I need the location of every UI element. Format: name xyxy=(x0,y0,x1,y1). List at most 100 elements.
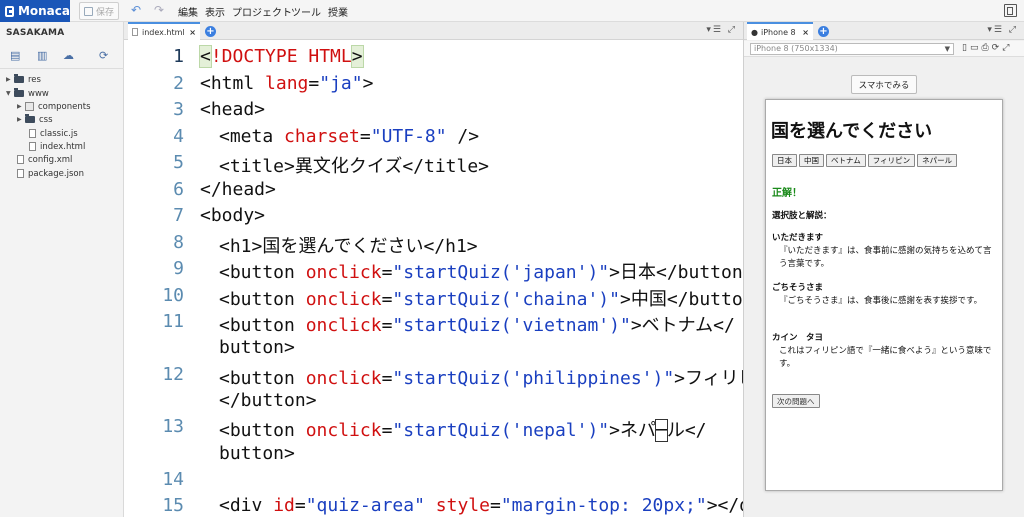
line-number: 5 xyxy=(173,152,184,173)
choice-desc: 『ごちそうさま』は、食事後に感謝を表す挨拶です。 xyxy=(779,296,983,306)
save-label: 保存 xyxy=(95,7,114,18)
tree-item-classic-js[interactable]: classic.js xyxy=(29,127,78,140)
tree-label: res xyxy=(28,74,41,85)
tree-label: components xyxy=(38,101,91,112)
tree-item-res[interactable]: ▶ res xyxy=(6,73,41,86)
country-button-philippines[interactable]: フィリピン xyxy=(867,154,916,167)
country-button-vietnam[interactable]: ベトナム xyxy=(826,154,866,167)
line-number: 12 xyxy=(162,364,184,385)
menu-edit[interactable]: 編集 xyxy=(178,4,198,19)
code-line-7: <body> xyxy=(200,205,266,226)
tree-item-www[interactable]: ▼ www xyxy=(6,87,49,100)
device-value: iPhone 8 (750x1334) xyxy=(754,44,838,53)
code-line-10: <button onclick="startQuiz('chaina')">中国… xyxy=(219,289,743,310)
choice-term: いただきます xyxy=(772,233,824,243)
tree-item-css[interactable]: ▶ css xyxy=(17,113,53,126)
code-line-15: <div id="quiz-area" style="margin-top: 2… xyxy=(219,495,743,516)
menu-class[interactable]: 授業 xyxy=(328,4,348,19)
upload-cloud-icon[interactable]: ☁ xyxy=(63,49,74,62)
code-line-4: <meta charset="UTF-8" /> xyxy=(219,126,480,147)
code-line-1: <!DOCTYPE HTML> xyxy=(199,45,364,68)
next-question-button[interactable]: 次の問題へ xyxy=(772,394,820,408)
new-file-icon[interactable]: ▤ xyxy=(10,49,20,62)
sidebar-toolbar: ▤ ▥ ☁ ⟳ xyxy=(0,46,124,66)
folder-icon xyxy=(14,74,24,83)
preview-pane: ● iPhone 8 × + ▾☰ ⤢ iPhone 8 (750x1334) … xyxy=(744,22,1024,517)
line-number: 14 xyxy=(162,469,184,490)
country-button-china[interactable]: 中国 xyxy=(799,154,824,167)
code-editor[interactable]: 1 2 3 4 5 6 7 8 9 10 11 12 13 14 15 <!DO… xyxy=(124,41,743,517)
editor-menu-icon[interactable]: ▾☰ ⤢ xyxy=(706,25,737,35)
file-icon xyxy=(17,169,24,178)
code-line-12-wrap: </button> xyxy=(219,390,317,411)
line-number: 15 xyxy=(162,495,184,516)
country-button-nepal[interactable]: ネパール xyxy=(917,154,958,167)
layout-toggle-icon[interactable] xyxy=(1004,4,1017,17)
close-tab-icon[interactable]: × xyxy=(189,28,196,37)
tree-label: www xyxy=(28,88,49,99)
code-line-3: <head> xyxy=(200,99,266,120)
expand-icon: ▶ xyxy=(17,103,22,110)
tree-item-index-html[interactable]: index.html xyxy=(29,140,85,153)
device-select[interactable]: iPhone 8 (750x1334) ▼ xyxy=(750,43,954,55)
preview-menu-icon[interactable]: ▾☰ ⤢ xyxy=(987,25,1018,35)
choice-desc: これはフィリピン語で『一緒に食べよう』という意味です。 xyxy=(779,346,992,369)
line-number: 8 xyxy=(173,232,184,253)
country-button-row: 日本 中国 ベトナム フィリピン ネパール xyxy=(772,154,958,167)
view-on-smartphone-button[interactable]: スマホでみる xyxy=(851,75,917,94)
menu-project[interactable]: プロジェクト xyxy=(232,4,292,19)
country-button-japan[interactable]: 日本 xyxy=(772,154,797,167)
code-line-12: <button onclick="startQuiz('philippines'… xyxy=(219,368,743,389)
tree-label: index.html xyxy=(40,141,86,152)
new-folder-icon[interactable]: ▥ xyxy=(37,49,47,62)
line-number: 6 xyxy=(173,179,184,200)
save-button[interactable]: 保存 xyxy=(79,2,119,20)
undo-icon[interactable]: ↶ xyxy=(131,3,141,17)
refresh-icon[interactable]: ⟳ xyxy=(99,49,108,62)
line-number: 3 xyxy=(173,99,184,120)
top-menu-bar: Monaca 保存 ↶ ↷ 編集 表示 プロジェクト ツール 授業 xyxy=(0,0,1024,22)
tab-iphone-preview[interactable]: ● iPhone 8 × xyxy=(747,22,813,40)
code-line-13-wrap: button> xyxy=(219,443,295,464)
tree-label: css xyxy=(39,114,53,125)
expand-icon: ▶ xyxy=(17,116,22,123)
menu-view[interactable]: 表示 xyxy=(205,4,225,19)
file-icon xyxy=(17,155,24,164)
preview-tab-bar: ● iPhone 8 × + ▾☰ ⤢ xyxy=(744,22,1024,40)
code-line-5: <title>異文化クイズ</title> xyxy=(219,156,490,177)
project-title: SASAKAMA xyxy=(6,28,65,38)
code-line-8: <h1>国を選んでください</h1> xyxy=(219,236,478,257)
redo-icon[interactable]: ↷ xyxy=(154,3,164,17)
tree-item-components[interactable]: ▶ components xyxy=(17,100,91,113)
line-number: 10 xyxy=(162,285,184,306)
tree-item-package-json[interactable]: package.json xyxy=(17,167,84,180)
code-line-2: <html lang="ja"> xyxy=(200,73,374,94)
device-orientation-icons[interactable]: ▯▭⎙⟳⤢ xyxy=(962,43,1012,53)
line-number: 7 xyxy=(173,205,184,226)
preview-heading: 国を選んでください xyxy=(771,121,933,142)
code-line-9: <button onclick="startQuiz('japan')">日本<… xyxy=(219,262,743,283)
file-icon xyxy=(132,28,138,36)
folder-icon xyxy=(14,88,24,97)
tree-label: package.json xyxy=(28,168,84,179)
tab-index-html[interactable]: index.html × xyxy=(128,22,200,40)
close-tab-icon[interactable]: × xyxy=(802,28,809,37)
line-number: 13 xyxy=(162,416,184,437)
add-preview-icon[interactable]: + xyxy=(818,26,829,37)
line-number: 4 xyxy=(173,126,184,147)
menu-tools[interactable]: ツール xyxy=(291,4,321,19)
editor-tab-bar: index.html × + ▾☰ ⤢ xyxy=(124,22,743,40)
device-toolbar: iPhone 8 (750x1334) ▼ ▯▭⎙⟳⤢ xyxy=(744,41,1024,57)
code-line-11-wrap: button> xyxy=(219,337,295,358)
line-number: 11 xyxy=(162,311,184,332)
collapse-icon: ▼ xyxy=(6,90,11,97)
apple-icon: ● xyxy=(751,27,758,37)
choice-desc: 『いただきます』は、食事前に感謝の気持ちを込めて言う言葉です。 xyxy=(779,246,992,269)
line-number: 9 xyxy=(173,258,184,279)
file-sidebar: SASAKAMA ▤ ▥ ☁ ⟳ ▶ res ▼ www ▶ component… xyxy=(0,22,124,517)
monaca-logo-icon xyxy=(5,5,14,17)
package-folder-icon xyxy=(25,102,34,111)
tree-item-config-xml[interactable]: config.xml xyxy=(17,153,72,166)
monaca-logo[interactable]: Monaca xyxy=(0,0,70,22)
add-tab-icon[interactable]: + xyxy=(205,26,216,37)
